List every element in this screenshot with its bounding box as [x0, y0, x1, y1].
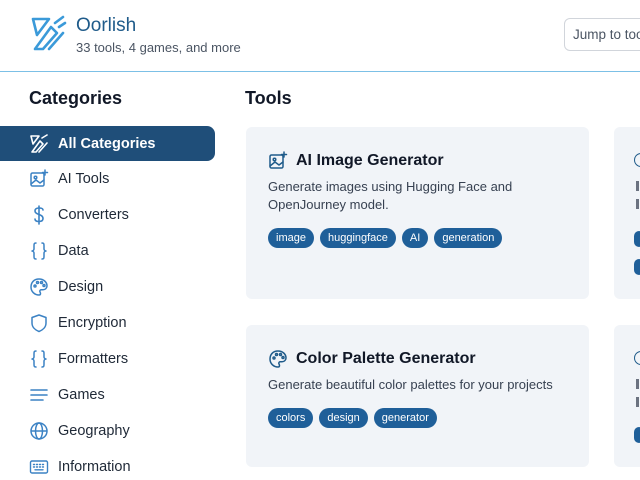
logo-icon: [29, 133, 49, 154]
sidebar-item-label: Geography: [58, 423, 130, 439]
partial-card-text: [636, 379, 639, 389]
partial-card-tag: [634, 259, 640, 275]
sidebar-item-label: AI Tools: [58, 171, 110, 187]
partial-card-text: [636, 181, 639, 191]
tool-card-description: Generate beautiful color palettes for yo…: [268, 377, 553, 392]
tool-card-title[interactable]: Color Palette Generator: [268, 349, 476, 369]
keyboard-icon: [29, 457, 49, 477]
braces-icon: [29, 349, 49, 369]
sidebar-item-encryption[interactable]: Encryption: [0, 305, 215, 341]
sidebar-item-design[interactable]: Design: [0, 269, 215, 305]
sidebar-item-geography[interactable]: Geography: [0, 413, 215, 449]
tag-huggingface[interactable]: huggingface: [319, 228, 396, 248]
dollar-icon: [29, 205, 49, 225]
partial-card-text: [636, 199, 639, 209]
tag-colors[interactable]: colors: [268, 408, 314, 428]
image-sparkle-icon: [268, 151, 288, 171]
palette-icon: [29, 277, 49, 297]
tool-card-ai-image-generator[interactable]: AI Image Generator Generate images using…: [246, 127, 589, 299]
partial-card-text: [636, 397, 639, 407]
sidebar-item-label: Data: [58, 243, 89, 259]
sidebar-item-ai-tools[interactable]: AI Tools: [0, 161, 215, 197]
app-title[interactable]: Oorlish: [76, 15, 136, 37]
tool-card-title-text: AI Image Generator: [296, 152, 444, 169]
sidebar-item-games[interactable]: Games: [0, 377, 215, 413]
tag-ai[interactable]: AI: [401, 228, 429, 248]
shield-icon: [29, 313, 49, 333]
tool-card-tags: colors design generator: [268, 408, 437, 428]
sidebar-item-label: Formatters: [58, 351, 129, 367]
braces-icon: [29, 241, 49, 261]
tools-section-title: Tools: [245, 88, 292, 108]
jump-to-tool-input[interactable]: [564, 18, 640, 51]
tag-generation[interactable]: generation: [434, 228, 503, 248]
image-sparkle-icon: [29, 169, 49, 189]
sidebar-item-label: All Categories: [58, 135, 156, 152]
app-subtitle: 33 tools, 4 games, and more: [76, 40, 241, 55]
sidebar-item-label: Design: [58, 279, 104, 295]
palette-icon: [268, 349, 288, 369]
tool-card-color-palette-generator[interactable]: Color Palette Generator Generate beautif…: [246, 325, 589, 467]
partial-card-tag: [634, 231, 640, 247]
partial-card-icon: [634, 351, 640, 365]
tool-card-partial-right-2[interactable]: [614, 325, 640, 467]
sidebar-item-label: Encryption: [58, 315, 127, 331]
tool-card-description: Generate images using Hugging Face and O…: [268, 179, 513, 212]
partial-card-icon: [634, 153, 640, 167]
globe-icon: [29, 421, 49, 441]
sidebar-item-all-categories[interactable]: All Categories: [0, 126, 215, 161]
oorlish-logo-icon[interactable]: [29, 15, 67, 53]
category-sidebar: All Categories AI Tools Converters Data …: [0, 126, 215, 480]
sidebar-item-label: Games: [58, 387, 105, 403]
tag-generator[interactable]: generator: [373, 408, 437, 428]
sidebar-item-label: Information: [58, 459, 131, 475]
menu-lines-icon: [29, 385, 49, 405]
tag-image[interactable]: image: [268, 228, 314, 248]
partial-card-tag: [634, 427, 640, 443]
tool-card-title-text: Color Palette Generator: [296, 350, 476, 367]
sidebar-item-label: Converters: [58, 207, 129, 223]
sidebar-item-data[interactable]: Data: [0, 233, 215, 269]
tool-card-partial-right-1[interactable]: [614, 127, 640, 299]
sidebar-item-formatters[interactable]: Formatters: [0, 341, 215, 377]
sidebar-title: Categories: [29, 88, 123, 108]
tag-design[interactable]: design: [319, 408, 368, 428]
app-header: Oorlish 33 tools, 4 games, and more: [0, 0, 640, 72]
sidebar-item-information[interactable]: Information: [0, 449, 215, 480]
sidebar-item-converters[interactable]: Converters: [0, 197, 215, 233]
tool-card-title[interactable]: AI Image Generator: [268, 151, 444, 171]
tool-card-tags: image huggingface AI generation: [268, 228, 503, 248]
